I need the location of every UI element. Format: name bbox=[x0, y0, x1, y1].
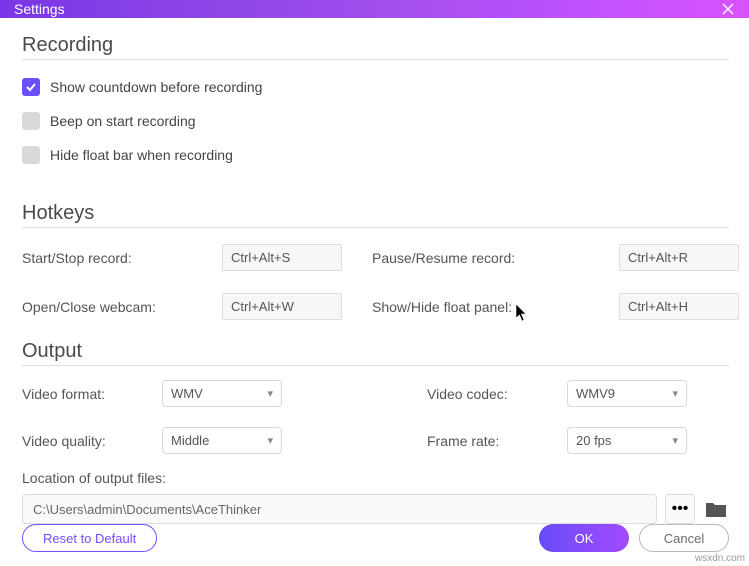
quality-value: Middle bbox=[171, 433, 209, 448]
framerate-value: 20 fps bbox=[576, 433, 611, 448]
format-select[interactable]: WMV ▾ bbox=[162, 380, 282, 407]
reset-button[interactable]: Reset to Default bbox=[22, 524, 157, 552]
pauseresume-label: Pause/Resume record: bbox=[372, 250, 619, 266]
quality-select[interactable]: Middle ▾ bbox=[162, 427, 282, 454]
hotkeys-grid: Start/Stop record: Ctrl+Alt+S Pause/Resu… bbox=[22, 244, 729, 320]
titlebar: Settings bbox=[0, 0, 749, 18]
location-row: Location of output files: C:\Users\admin… bbox=[22, 470, 729, 524]
recording-heading: Recording bbox=[22, 34, 729, 60]
webcam-input[interactable]: Ctrl+Alt+W bbox=[222, 293, 342, 320]
codec-label: Video codec: bbox=[427, 386, 567, 402]
watermark: wsxdn.com bbox=[695, 553, 745, 564]
browse-button[interactable]: ••• bbox=[665, 494, 695, 524]
cancel-button[interactable]: Cancel bbox=[639, 524, 729, 552]
pauseresume-input[interactable]: Ctrl+Alt+R bbox=[619, 244, 739, 271]
hotkeys-section: Hotkeys Start/Stop record: Ctrl+Alt+S Pa… bbox=[22, 202, 729, 320]
quality-label: Video quality: bbox=[22, 433, 162, 449]
webcam-label: Open/Close webcam: bbox=[22, 299, 222, 315]
chevron-down-icon: ▾ bbox=[267, 434, 273, 447]
dots-icon: ••• bbox=[672, 500, 689, 518]
checkbox-icon[interactable] bbox=[22, 78, 40, 96]
countdown-label: Show countdown before recording bbox=[50, 79, 262, 95]
settings-window: Settings Recording Show countdown before… bbox=[0, 0, 749, 566]
output-section: Output Video format: WMV ▾ Video codec: W… bbox=[22, 340, 729, 524]
close-icon[interactable] bbox=[721, 2, 735, 16]
folder-icon[interactable] bbox=[703, 494, 729, 524]
floatpanel-label: Show/Hide float panel: bbox=[372, 299, 619, 315]
framerate-label: Frame rate: bbox=[427, 433, 567, 449]
output-grid: Video format: WMV ▾ Video codec: WMV9 ▾ Vi… bbox=[22, 380, 729, 454]
format-value: WMV bbox=[171, 386, 203, 401]
codec-value: WMV9 bbox=[576, 386, 615, 401]
startstop-input[interactable]: Ctrl+Alt+S bbox=[222, 244, 342, 271]
chevron-down-icon: ▾ bbox=[267, 387, 273, 400]
content-area: Recording Show countdown before recordin… bbox=[0, 18, 749, 566]
hotkeys-heading: Hotkeys bbox=[22, 202, 729, 228]
beep-option[interactable]: Beep on start recording bbox=[22, 112, 729, 130]
ok-button[interactable]: OK bbox=[539, 524, 629, 552]
chevron-down-icon: ▾ bbox=[672, 387, 678, 400]
checkbox-icon[interactable] bbox=[22, 112, 40, 130]
location-input[interactable]: C:\Users\admin\Documents\AceThinker bbox=[22, 494, 657, 524]
location-label: Location of output files: bbox=[22, 470, 729, 486]
checkbox-icon[interactable] bbox=[22, 146, 40, 164]
chevron-down-icon: ▾ bbox=[672, 434, 678, 447]
hidefloat-option[interactable]: Hide float bar when recording bbox=[22, 146, 729, 164]
format-label: Video format: bbox=[22, 386, 162, 402]
framerate-select[interactable]: 20 fps ▾ bbox=[567, 427, 687, 454]
codec-select[interactable]: WMV9 ▾ bbox=[567, 380, 687, 407]
window-title: Settings bbox=[14, 1, 65, 17]
countdown-option[interactable]: Show countdown before recording bbox=[22, 78, 729, 96]
floatpanel-input[interactable]: Ctrl+Alt+H bbox=[619, 293, 739, 320]
output-heading: Output bbox=[22, 340, 729, 366]
path-row: C:\Users\admin\Documents\AceThinker ••• bbox=[22, 494, 729, 524]
footer: Reset to Default OK Cancel bbox=[22, 524, 729, 552]
startstop-label: Start/Stop record: bbox=[22, 250, 222, 266]
hidefloat-label: Hide float bar when recording bbox=[50, 147, 233, 163]
beep-label: Beep on start recording bbox=[50, 113, 196, 129]
